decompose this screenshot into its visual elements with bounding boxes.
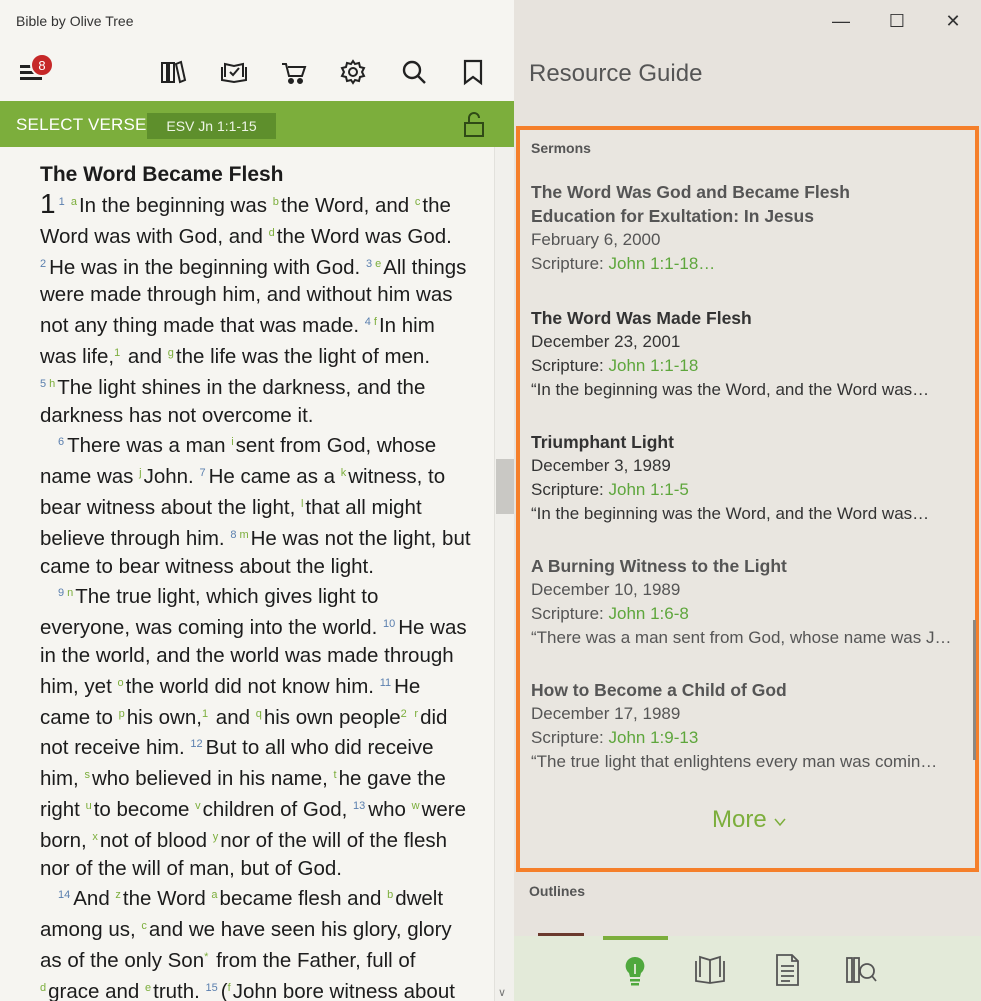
sermon-item[interactable]: The Word Was Made Flesh December 23, 200… (531, 306, 961, 402)
sermon-date: February 6, 2000 (531, 230, 661, 249)
sermon-item[interactable]: A Burning Witness to the Light December … (531, 554, 961, 650)
sermon-quote: “In the beginning was the Word, and the … (531, 380, 930, 399)
outlines-label: Outlines (529, 883, 586, 899)
tab-split-book[interactable] (688, 948, 732, 992)
scripture-ref[interactable]: John 1:1-5 (608, 480, 688, 499)
scroll-down-arrow-icon[interactable]: ∨ (498, 986, 506, 999)
tab-resource-guide[interactable] (613, 948, 657, 992)
resource-guide-title: Resource Guide (529, 60, 703, 87)
sermon-scripture: Scripture: John 1:6-8 (531, 602, 961, 626)
passage-heading: The Word Became Flesh (40, 163, 284, 186)
window-controls: — ☐ ✕ (813, 0, 981, 42)
sermon-item[interactable]: How to Become a Child of God December 17… (531, 678, 961, 774)
scripture-ref[interactable]: John 1:9-13 (608, 728, 698, 747)
sermon-title: Triumphant Light (531, 432, 674, 452)
search-button[interactable] (397, 55, 431, 89)
scripture-ref[interactable]: John 1:1-18… (608, 254, 715, 273)
minimize-button[interactable]: — (813, 0, 869, 42)
sermon-quote: “There was a man sent from God, whose na… (531, 628, 952, 647)
store-button[interactable] (277, 55, 311, 89)
resource-guide-pane: — ☐ ✕ Resource Guide Sermons The Word Wa… (514, 0, 981, 1001)
scripture-label: Scripture: (531, 356, 609, 375)
sermon-scripture: Scripture: John 1:9-13 (531, 726, 961, 750)
reference-selector[interactable]: ESV Jn 1:1-15 (147, 113, 276, 139)
more-button[interactable]: More (712, 806, 787, 834)
notification-badge: 8 (30, 53, 54, 77)
library-button[interactable] (156, 55, 190, 89)
verse-bar: SELECT VERSE ESV Jn 1:1-15 (0, 101, 514, 147)
sermons-panel: Sermons The Word Was God and Became Fles… (516, 126, 979, 872)
sermon-scripture: Scripture: John 1:1-18 (531, 354, 961, 378)
sermon-item[interactable]: Triumphant Light December 3, 1989 Script… (531, 430, 961, 526)
sermon-item[interactable]: The Word Was God and Became Flesh Educat… (531, 180, 961, 276)
scripture-scrollbar[interactable]: ∨ (494, 147, 514, 1001)
tab-notes[interactable] (765, 948, 809, 992)
library-icon (161, 60, 187, 84)
sermons-scrollbar[interactable] (973, 620, 976, 760)
sermons-label: Sermons (531, 140, 591, 156)
select-verse-button[interactable]: SELECT VERSE (16, 115, 147, 135)
sermon-date: December 3, 1989 (531, 456, 671, 475)
sermon-scripture: Scripture: John 1:1-5 (531, 478, 961, 502)
sermon-title: A Burning Witness to the Light (531, 556, 787, 576)
cart-icon (282, 63, 307, 84)
bottom-tab-bar (514, 936, 981, 1001)
main-toolbar: 8 (0, 45, 514, 101)
sermon-date: December 10, 1989 (531, 580, 681, 599)
search-icon (402, 60, 426, 84)
tab-search-library[interactable] (839, 948, 883, 992)
chevron-down-icon (774, 818, 786, 827)
sermon-date: December 17, 1989 (531, 704, 681, 723)
scripture-label: Scripture: (531, 728, 609, 747)
scripture-ref[interactable]: John 1:1-18 (608, 356, 698, 375)
settings-button[interactable] (336, 55, 370, 89)
active-tab-indicator (603, 936, 668, 940)
reading-pane: Bible by Olive Tree 8 SELECT VERSE ESV J… (0, 0, 514, 1001)
reading-plans-button[interactable] (217, 55, 251, 89)
sermon-subtitle: Education for Exultation: In Jesus (531, 206, 814, 226)
sermon-scripture: Scripture: John 1:1-18… (531, 252, 961, 276)
sermon-title: The Word Was Made Flesh (531, 308, 752, 328)
scripture-text: The Word Became Flesh 1 1 aIn the beginn… (0, 147, 494, 1001)
sermon-quote: “In the beginning was the Word, and the … (531, 504, 930, 523)
close-button[interactable]: ✕ (925, 0, 981, 42)
maximize-button[interactable]: ☐ (869, 0, 925, 42)
document-icon (776, 954, 799, 986)
bookmark-button[interactable] (456, 55, 490, 89)
gear-icon (340, 59, 366, 85)
sermon-quote: “The true light that enlightens every ma… (531, 752, 938, 771)
app-title: Bible by Olive Tree (16, 13, 134, 29)
passage-body: 1 1 aIn the beginning was bthe Word, and… (40, 188, 471, 1001)
open-book-check-icon (221, 62, 247, 84)
scripture-label: Scripture: (531, 254, 609, 273)
sermon-title: How to Become a Child of God (531, 680, 787, 700)
scrollbar-thumb[interactable] (496, 459, 514, 514)
open-book-icon (695, 955, 725, 984)
lock-icon[interactable] (460, 110, 488, 138)
lightbulb-icon (625, 956, 645, 986)
bookmark-icon (463, 59, 483, 86)
scripture-label: Scripture: (531, 480, 609, 499)
library-search-icon (846, 957, 877, 983)
sermon-date: December 23, 2001 (531, 332, 681, 351)
scripture-ref[interactable]: John 1:6-8 (608, 604, 688, 623)
scripture-label: Scripture: (531, 604, 609, 623)
sermon-title: The Word Was God and Became Flesh (531, 182, 850, 202)
more-label: More (712, 806, 767, 833)
